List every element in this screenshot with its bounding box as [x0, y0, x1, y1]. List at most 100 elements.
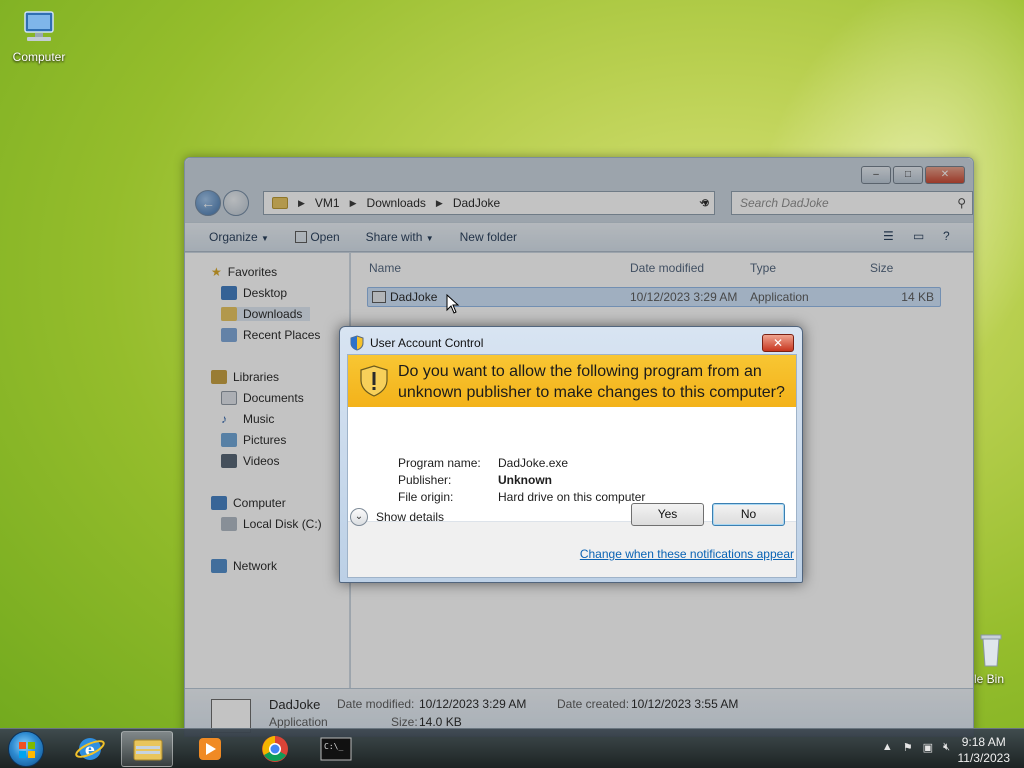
network-status-icon[interactable]: ▣: [923, 741, 933, 754]
nav-network-label: Network: [233, 559, 278, 573]
nav-pictures[interactable]: Pictures: [221, 433, 286, 447]
nav-computer[interactable]: Computer: [211, 496, 286, 510]
nav-local-disk[interactable]: Local Disk (C:): [221, 517, 322, 531]
chrome-icon: [262, 736, 288, 762]
uac-title: User Account Control: [370, 336, 484, 350]
preview-pane-icon[interactable]: ▭: [913, 229, 929, 245]
column-header-name[interactable]: Name: [369, 261, 401, 275]
search-icon[interactable]: ⚲: [957, 192, 966, 214]
file-type: Application: [750, 290, 809, 304]
desktop-icon-computer-label: Computer: [12, 50, 66, 64]
svg-text:C:\_: C:\_: [324, 742, 343, 751]
refresh-button[interactable]: ⟲: [693, 192, 715, 214]
start-button[interactable]: [8, 731, 44, 767]
program-name-label: Program name:: [398, 456, 481, 470]
nav-documents[interactable]: Documents: [221, 391, 304, 405]
no-button[interactable]: No: [712, 503, 785, 526]
change-notifications-link[interactable]: Change when these notifications appear: [580, 547, 794, 561]
close-icon: ✕: [772, 336, 784, 350]
organize-button[interactable]: Organize ▼: [209, 230, 269, 244]
maximize-button[interactable]: □: [893, 166, 923, 184]
arrow-left-icon: ←: [201, 195, 215, 211]
nav-videos-label: Videos: [243, 454, 280, 468]
show-details-toggle[interactable]: ⌄ Show details: [350, 508, 444, 526]
chevron-right-icon: ▶: [435, 197, 443, 208]
details-modified-value: 10/12/2023 3:29 AM: [419, 697, 527, 711]
column-header-size[interactable]: Size: [870, 261, 893, 275]
taskbar: e C:\_ ▲ ⚑ ▣ 🔇︎ 9:18 AM 11/3/2023: [0, 728, 1024, 768]
command-bar: Organize ▼ Open Share with ▼ New folder …: [185, 222, 973, 252]
nav-favorites[interactable]: ★ Favorites: [211, 265, 277, 279]
mouse-cursor-icon: [446, 294, 460, 314]
taskbar-internet-explorer[interactable]: e: [64, 731, 116, 767]
command-prompt-icon: C:\_: [320, 737, 352, 761]
nav-libraries[interactable]: Libraries: [211, 370, 279, 384]
libraries-icon: [211, 370, 227, 384]
taskbar-windows-explorer[interactable]: [121, 731, 173, 767]
views-icon[interactable]: ☰: [883, 229, 899, 245]
nav-desktop-label: Desktop: [243, 286, 288, 300]
new-folder-button[interactable]: New folder: [460, 230, 517, 244]
chevron-right-icon: ▶: [298, 197, 305, 208]
search-input[interactable]: Search DadJoke ⚲: [731, 191, 973, 215]
help-icon[interactable]: ?: [943, 229, 959, 245]
breadcrumb-dadjoke[interactable]: DadJoke: [453, 196, 500, 210]
uac-titlebar: User Account Control: [350, 335, 483, 351]
folder-icon: [272, 197, 288, 209]
breadcrumb-vm1[interactable]: VM1: [315, 196, 340, 210]
taskbar-media-player[interactable]: [184, 731, 236, 767]
desktop-icon-recycle-bin-label: le Bin: [973, 672, 1005, 686]
application-icon: [372, 291, 386, 303]
chevron-right-icon: ▶: [349, 197, 357, 208]
nav-pictures-label: Pictures: [243, 433, 287, 447]
nav-music[interactable]: ♪ Music: [221, 412, 274, 426]
folder-icon: [133, 739, 163, 761]
clock-time: 9:18 AM: [961, 735, 1006, 749]
network-icon: [211, 559, 227, 573]
file-date-modified: 10/12/2023 3:29 AM: [630, 290, 738, 304]
share-with-button[interactable]: Share with ▼: [366, 230, 434, 244]
taskbar-command-prompt[interactable]: C:\_: [310, 731, 362, 767]
nav-recent-places[interactable]: Recent Places: [221, 328, 320, 342]
share-with-label: Share with: [365, 230, 423, 244]
file-origin-label: File origin:: [398, 490, 454, 504]
nav-downloads[interactable]: Downloads: [221, 307, 311, 321]
nav-music-label: Music: [243, 412, 275, 426]
column-header-date-modified[interactable]: Date modified: [630, 261, 704, 275]
yes-button[interactable]: Yes: [631, 503, 704, 526]
uac-warning-banner: Do you want to allow the following progr…: [348, 355, 796, 407]
back-button[interactable]: ←: [195, 190, 221, 216]
address-bar[interactable]: ▶ VM1 ▶ Downloads ▶ DadJoke ▼: [263, 191, 715, 215]
nav-favorites-label: Favorites: [227, 265, 278, 279]
taskbar-chrome[interactable]: [249, 731, 301, 767]
organize-label: Organize: [209, 230, 258, 244]
explorer-close-button[interactable]: ✕: [925, 166, 965, 184]
recycle-bin-icon: [969, 632, 1009, 668]
column-header-type[interactable]: Type: [750, 261, 776, 275]
uac-program-info: Program name: DadJoke.exe Publisher: Unk…: [398, 455, 645, 506]
search-placeholder: Search DadJoke: [740, 196, 829, 210]
open-button[interactable]: Open: [294, 230, 340, 244]
breadcrumb-downloads[interactable]: Downloads: [367, 196, 426, 210]
nav-network[interactable]: Network: [211, 559, 277, 573]
minimize-button[interactable]: –: [861, 166, 891, 184]
recent-places-icon: [221, 328, 237, 342]
file-name: DadJoke: [390, 290, 438, 304]
volume-muted-icon[interactable]: 🔇︎: [943, 741, 950, 754]
clock-date: 11/3/2023: [957, 751, 1011, 765]
desktop-icon: [221, 286, 237, 300]
nav-local-disk-label: Local Disk (C:): [243, 517, 322, 531]
uac-shield-small-icon: [350, 335, 364, 351]
show-hidden-icons-icon[interactable]: ▲: [882, 741, 893, 754]
chevron-down-icon: ⌄: [350, 508, 368, 526]
videos-icon: [221, 454, 237, 468]
uac-close-button[interactable]: ✕: [762, 334, 794, 352]
nav-desktop[interactable]: Desktop: [221, 286, 287, 300]
taskbar-clock[interactable]: 9:18 AM 11/3/2023: [958, 734, 1011, 766]
nav-videos[interactable]: Videos: [221, 454, 279, 468]
action-center-flag-icon[interactable]: ⚑: [903, 741, 913, 754]
uac-content: Do you want to allow the following progr…: [347, 354, 797, 578]
desktop-icon-computer[interactable]: Computer: [4, 10, 74, 64]
windows-logo-icon: [19, 742, 35, 758]
forward-button[interactable]: [223, 190, 249, 216]
